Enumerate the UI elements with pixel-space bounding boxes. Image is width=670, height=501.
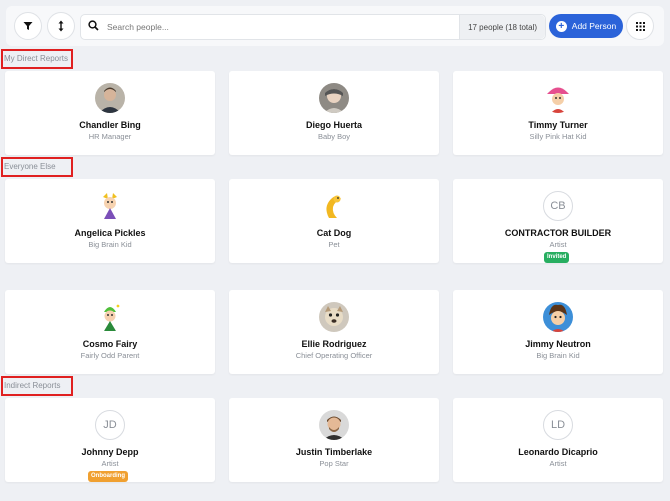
avatar-initials: JD: [95, 410, 125, 440]
people-count: 17 people (18 total): [459, 15, 545, 39]
person-role: Baby Boy: [317, 132, 351, 141]
avatar: [95, 191, 125, 221]
person-card[interactable]: Timmy Turner Silly Pink Hat Kid: [453, 71, 663, 155]
person-role: Big Brain Kid: [88, 240, 132, 249]
person-role: Fairly Odd Parent: [80, 351, 140, 360]
avatar: [95, 83, 125, 113]
sort-icon: [58, 20, 64, 32]
person-name: Diego Huerta: [305, 120, 362, 130]
person-card[interactable]: LD Leonardo Dicaprio Artist: [453, 398, 663, 482]
person-name: Cat Dog: [316, 228, 352, 238]
avatar: [319, 191, 349, 221]
toolbar: 17 people (18 total) + Add Person: [6, 6, 664, 46]
grid-view-button[interactable]: [626, 12, 654, 40]
person-role: Pop Star: [319, 459, 349, 468]
add-person-label: Add Person: [571, 21, 617, 31]
person-role: Big Brain Kid: [536, 351, 580, 360]
section-label-indirect-reports: Indirect Reports: [1, 376, 73, 396]
person-card[interactable]: CB CONTRACTOR BUILDER Artist Invited: [453, 179, 663, 263]
person-card[interactable]: Ellie Rodriguez Chief Operating Officer: [229, 290, 439, 374]
sort-button[interactable]: [47, 12, 75, 40]
avatar: [319, 83, 349, 113]
search-icon: [88, 20, 99, 31]
person-name: Chandler Bing: [79, 120, 141, 130]
plus-icon: +: [555, 20, 567, 32]
person-card[interactable]: Chandler Bing HR Manager: [5, 71, 215, 155]
add-person-button[interactable]: + Add Person: [549, 14, 623, 38]
search-input[interactable]: [107, 18, 457, 36]
person-role: Chief Operating Officer: [295, 351, 373, 360]
filter-button[interactable]: [14, 12, 42, 40]
avatar: [543, 302, 573, 332]
person-role: Artist: [549, 459, 567, 468]
person-card[interactable]: Jimmy Neutron Big Brain Kid: [453, 290, 663, 374]
grid-icon: [635, 21, 645, 31]
status-badge-invited: Invited: [544, 252, 570, 263]
search-bar: 17 people (18 total): [80, 14, 546, 40]
person-name: Cosmo Fairy: [82, 339, 138, 349]
person-card[interactable]: Justin Timberlake Pop Star: [229, 398, 439, 482]
avatar: [95, 302, 125, 332]
filter-icon: [23, 22, 33, 30]
person-card[interactable]: JD Johnny Depp Artist Onboarding: [5, 398, 215, 482]
avatar: [543, 83, 573, 113]
avatar: [319, 302, 349, 332]
person-card[interactable]: Cat Dog Pet: [229, 179, 439, 263]
person-role: Pet: [328, 240, 340, 249]
avatar-initials: CB: [543, 191, 573, 221]
person-card[interactable]: Diego Huerta Baby Boy: [229, 71, 439, 155]
section-label-direct-reports: My Direct Reports: [1, 49, 73, 69]
person-name: CONTRACTOR BUILDER: [504, 228, 612, 238]
person-role: Silly Pink Hat Kid: [529, 132, 587, 141]
avatar-initials: LD: [543, 410, 573, 440]
person-name: Justin Timberlake: [295, 447, 373, 457]
status-badge-onboarding: Onboarding: [88, 471, 128, 482]
person-name: Timmy Turner: [528, 120, 588, 130]
person-name: Angelica Pickles: [74, 228, 146, 238]
avatar: [319, 410, 349, 440]
person-name: Johnny Depp: [81, 447, 139, 457]
person-card[interactable]: Cosmo Fairy Fairly Odd Parent: [5, 290, 215, 374]
person-role: HR Manager: [88, 132, 132, 141]
person-card[interactable]: Angelica Pickles Big Brain Kid: [5, 179, 215, 263]
section-label-everyone-else: Everyone Else: [1, 157, 73, 177]
person-role: Artist: [101, 459, 119, 468]
person-name: Ellie Rodriguez: [301, 339, 367, 349]
person-name: Jimmy Neutron: [525, 339, 591, 349]
person-role: Artist: [549, 240, 567, 249]
person-name: Leonardo Dicaprio: [518, 447, 598, 457]
